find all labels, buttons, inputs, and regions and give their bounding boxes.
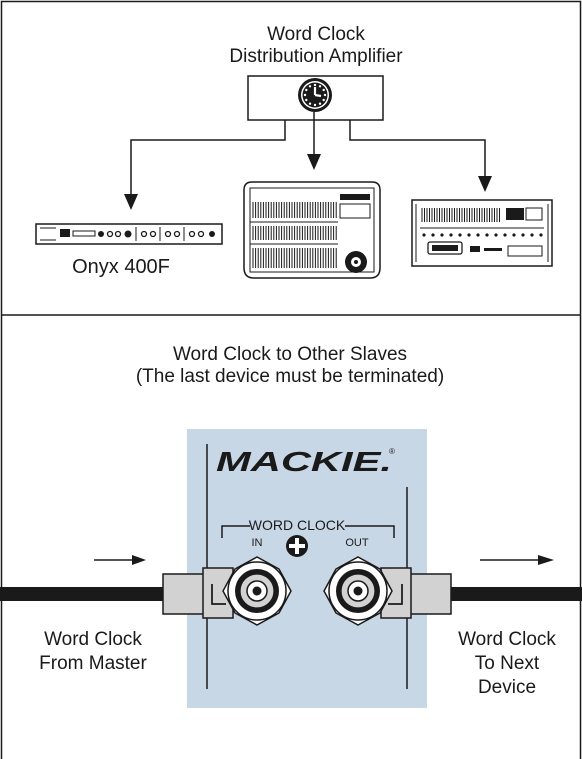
arrow-down-left [124,194,138,210]
mackie-logo: MACKIE. [216,446,392,477]
cable-left [0,587,168,601]
to-next-caption-line2: To Next [474,653,540,674]
slaves-title-line1: Word Clock to Other Slaves [172,344,408,365]
ground-screw-icon [286,535,308,557]
bnc-plug-left [162,567,234,619]
onyx-400f-label: Onyx 400F [72,256,170,278]
dist-amp-title-line1: Word Clock [267,24,365,45]
mixing-console-device [243,181,381,279]
registered-mark: ® [389,447,395,456]
arrow-down-right [478,176,492,192]
in-label: IN [252,537,263,549]
arrow-right-icon [480,555,554,565]
connector-right [349,120,486,178]
rack-recorder-device [411,199,553,267]
from-master-caption-line2: From Master [39,653,147,674]
port-group-label: WORD CLOCK [249,517,346,533]
arrow-right-icon [94,555,146,565]
cable-right [448,587,582,601]
dist-amp-title-line2: Distribution Amplifier [229,46,403,67]
clock-icon [298,78,332,112]
onyx-400f-device [35,223,223,245]
to-next-caption-line3: Device [477,677,537,698]
from-master-caption-line1: Word Clock [44,629,142,650]
arrow-down-center [307,154,321,170]
slaves-title-line2: (The last device must be terminated) [135,366,445,387]
to-next-caption-line1: Word Clock [458,629,556,650]
out-label: OUT [345,537,369,549]
